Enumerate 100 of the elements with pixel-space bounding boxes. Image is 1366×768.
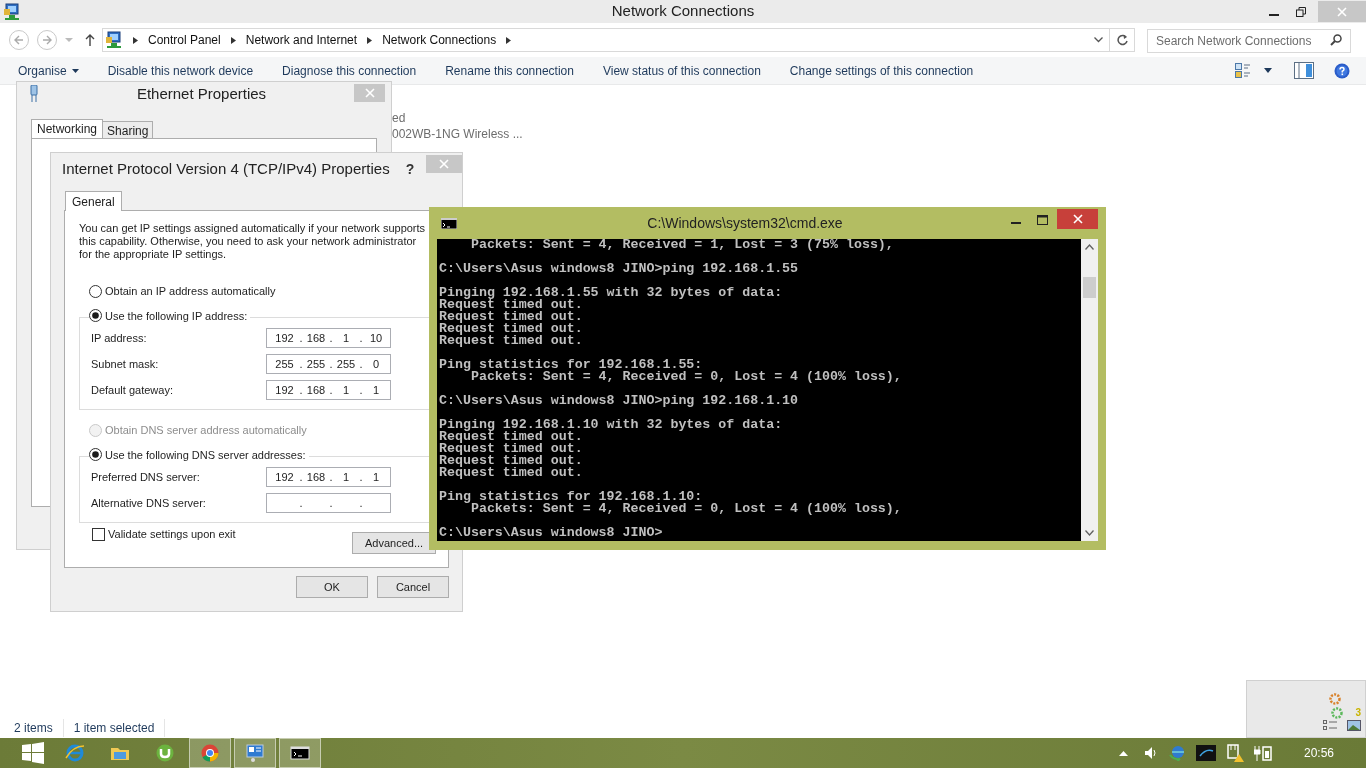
ip-address-field[interactable]: 192 . 168 . 1 . 1: [266, 467, 391, 487]
console-line: Packets: Sent = 4, Received = 1, Lost = 3 (75% loss),: [469, 239, 894, 251]
terminal-icon: [290, 743, 310, 763]
chevron-icon: [230, 36, 236, 44]
ip-address-field[interactable]: . . .: [266, 493, 391, 513]
advanced-button[interactable]: Advanced...: [352, 532, 436, 554]
network-icon: [3, 2, 21, 21]
preview-pane-button[interactable]: [1294, 62, 1314, 79]
search-field[interactable]: Search Network Connections: [1147, 29, 1351, 53]
scroll-down-icon[interactable]: [1085, 530, 1094, 536]
status-text: 2 items: [14, 719, 64, 737]
close-icon: [1337, 6, 1347, 17]
console-line: Request timed out.: [439, 431, 583, 443]
chevron-icon: [133, 36, 138, 44]
scrollbar-thumb[interactable]: [1083, 277, 1096, 298]
refresh-icon: [1116, 34, 1128, 46]
maximize-icon: [1036, 215, 1048, 225]
command-button[interactable]: Organise: [18, 61, 79, 80]
chevron-icon: [506, 36, 512, 44]
command-button[interactable]: Rename this connection: [445, 61, 574, 80]
dialog-title: Ethernet Properties: [135, 83, 268, 104]
taskbar-button[interactable]: [279, 738, 321, 768]
console-line: Pinging 192.168.1.55 with 32 bytes of data:: [439, 287, 783, 299]
status-text: 1 item selected: [63, 719, 166, 737]
ip-address-field[interactable]: 255 . 255 . 255 . 0: [266, 354, 391, 374]
close-icon: [364, 88, 375, 98]
command-button[interactable]: Diagnose this connection: [282, 61, 417, 80]
console-line: C:\Users\Asus windows8 JINO>: [439, 527, 663, 539]
tab[interactable]: Sharing: [103, 121, 154, 138]
picture-icon: [1347, 720, 1361, 731]
search-icon: [1330, 34, 1342, 46]
network-icon: [105, 31, 123, 49]
window-title: C:\Windows\system32\cmd.exe: [646, 213, 844, 233]
command-button[interactable]: View status of this connection: [602, 61, 761, 80]
radio-button[interactable]: Use the following IP address:: [89, 307, 251, 324]
breadcrumb-item[interactable]: Network Connections: [382, 31, 497, 49]
console-line: Request timed out.: [439, 311, 583, 323]
console-line: C:\Users\Asus windows8 JINO>ping 192.168.1.55: [439, 263, 799, 275]
connection-detail-text: ed: [392, 110, 407, 126]
dialog-button[interactable]: Cancel: [377, 576, 449, 598]
tab[interactable]: Networking: [31, 119, 104, 138]
help-button[interactable]: [1334, 62, 1350, 79]
caret-icon: [1264, 68, 1272, 73]
console-line: Pinging 192.168.1.10 with 32 bytes of data:: [439, 419, 783, 431]
console-line: Request timed out.: [439, 323, 583, 335]
field-label: Preferred DNS server:: [91, 469, 201, 485]
console-line: Request timed out.: [439, 467, 583, 479]
checkbox[interactable]: Validate settings upon exit: [92, 526, 236, 543]
command-button[interactable]: Disable this network device: [107, 61, 254, 80]
monitor-icon: [245, 743, 265, 763]
console-line: Request timed out.: [439, 443, 583, 455]
console-line: Request timed out.: [439, 299, 583, 311]
globe-icon: [65, 743, 85, 763]
tab[interactable]: General: [65, 191, 122, 211]
console-line: Packets: Sent = 4, Received = 0, Lost = 4 (100% loss),: [470, 503, 902, 515]
network-warning-icon[interactable]: [1225, 744, 1244, 762]
console-line: Ping statistics for 192.168.1.10:: [439, 491, 703, 503]
command-button[interactable]: Change settings of this connection: [789, 61, 974, 80]
dropdown-icon[interactable]: [1094, 37, 1103, 43]
help-button[interactable]: ?: [405, 158, 415, 180]
console-line: Request timed out.: [439, 455, 583, 467]
field-label: Alternative DNS server:: [91, 495, 207, 511]
breadcrumb-item[interactable]: Network and Internet: [245, 31, 358, 49]
pane-icon: [1294, 62, 1314, 79]
refresh-button[interactable]: [1110, 28, 1135, 52]
gear-icon: [1331, 706, 1344, 719]
forward-arrow-icon: [42, 35, 52, 45]
connection-detail-text: 002WB-1NG Wireless ...: [392, 126, 524, 142]
chevron-icon: [367, 36, 373, 44]
up-arrow-icon: [85, 34, 95, 46]
field-label: IP address:: [91, 330, 148, 346]
console-line: Ping statistics for 192.168.1.55:: [439, 359, 703, 371]
help-icon: [1334, 62, 1350, 79]
dialog-button[interactable]: OK: [296, 576, 368, 598]
ip-address-field[interactable]: 192 . 168 . 1 . 10: [266, 328, 391, 348]
radio-button[interactable]: Use the following DNS server addresses:: [89, 446, 309, 463]
windows-logo-icon: [22, 742, 44, 764]
close-icon: [1072, 214, 1083, 224]
dialog-title: Internet Protocol Version 4 (TCP/IPv4) Properties: [62, 158, 390, 179]
clock-text[interactable]: 20:56: [1303, 744, 1334, 762]
breadcrumb-item[interactable]: Control Panel: [148, 31, 221, 49]
window-title: Network Connections: [611, 1, 755, 22]
view-options-button[interactable]: [1235, 62, 1272, 79]
circle-icon: [155, 743, 175, 763]
back-arrow-icon: [14, 35, 24, 45]
scrollbar[interactable]: [1081, 239, 1098, 541]
console-line: Request timed out.: [439, 335, 583, 347]
close-icon: [439, 159, 450, 169]
list-icon: [1323, 720, 1337, 731]
up-arrow-icon[interactable]: [1118, 750, 1128, 756]
address-bar[interactable]: Control Panel Network and Internet Network Connections: [102, 28, 1110, 52]
field-label: Default gateway:: [91, 382, 174, 398]
console-line: Packets: Sent = 4, Received = 0, Lost = 4 (100% loss),: [470, 371, 902, 383]
ip-address-field[interactable]: 192 . 168 . 1 . 1: [266, 380, 391, 400]
speaker-icon[interactable]: [1143, 746, 1158, 760]
scroll-up-icon[interactable]: [1085, 244, 1094, 250]
battery-icon[interactable]: [1253, 745, 1272, 761]
minimize-icon: [1268, 13, 1279, 16]
description-text: You can get IP settings assigned automatically if your network supports this capability. Otherwise, you need to ask your network administrator for the appropriate IP settings.: [79, 222, 427, 261]
plug-icon: [29, 85, 39, 103]
